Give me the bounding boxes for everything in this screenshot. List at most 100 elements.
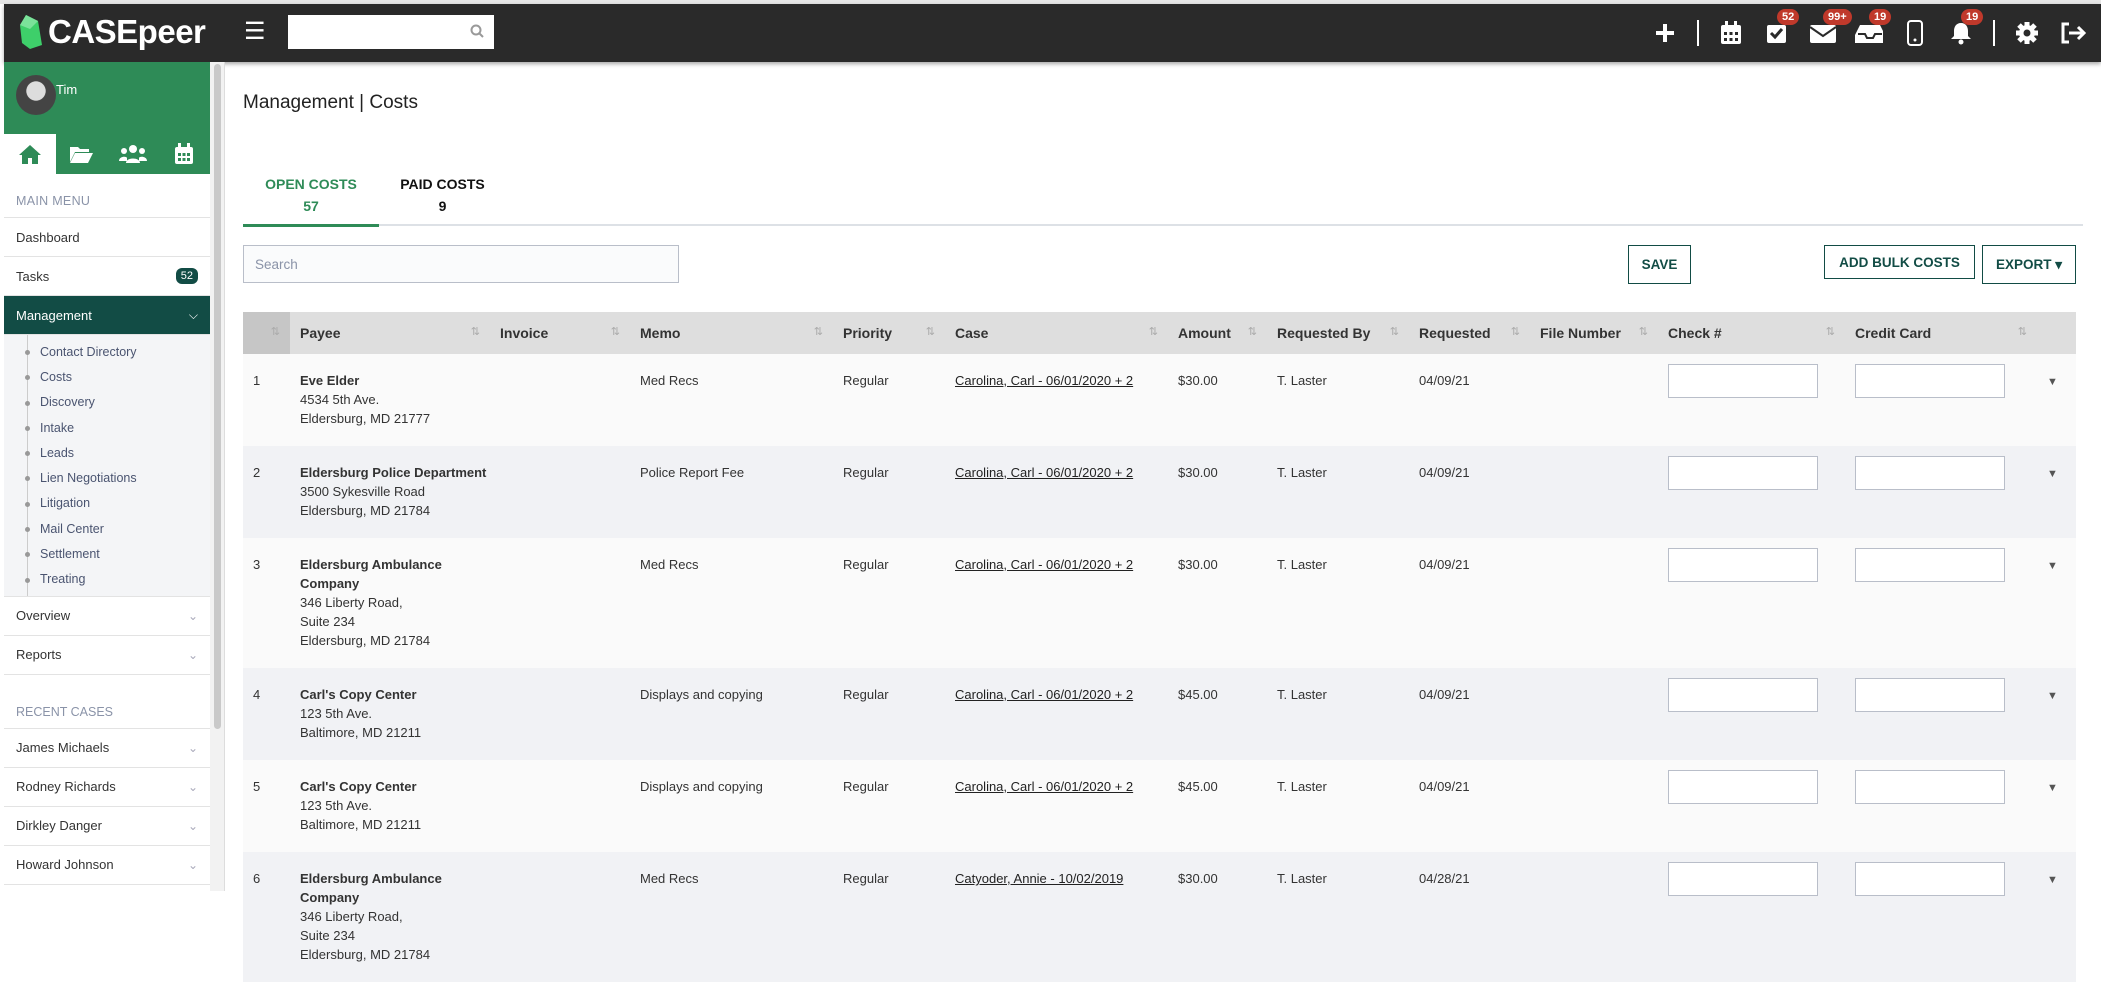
row-actions-caret-icon[interactable]: ▼ <box>2047 468 2058 480</box>
check-number-input[interactable] <box>1668 547 1818 582</box>
case-link[interactable]: Carolina, Carl - 06/01/2020 + 2 <box>955 373 1133 388</box>
column-header[interactable]: Priority ⇅ <box>833 312 945 354</box>
column-header[interactable]: ⇅ <box>243 312 290 354</box>
mail-icon[interactable]: 99+ <box>1809 9 1852 47</box>
add-icon[interactable] <box>1651 19 1679 47</box>
column-header[interactable] <box>2037 312 2076 354</box>
credit-card-input[interactable] <box>1855 547 2005 582</box>
folder-icon[interactable] <box>56 134 108 174</box>
credit-card-input[interactable] <box>1855 677 2005 712</box>
calendar-icon[interactable] <box>159 134 211 174</box>
table-row: 4 Carl's Copy Center 123 5th Ave. Baltimore… <box>243 668 2076 760</box>
submenu-item-settlement[interactable]: Settlement <box>4 541 210 566</box>
sort-icon[interactable]: ⇅ <box>1248 325 1257 338</box>
column-header[interactable]: Credit Card ⇅ <box>1845 312 2037 354</box>
case-link[interactable]: Carolina, Carl - 06/01/2020 + 2 <box>955 465 1133 480</box>
column-header[interactable]: Case ⇅ <box>945 312 1168 354</box>
recent-case-item[interactable]: Howard Johnson ⌄ <box>4 846 210 885</box>
bell-icon[interactable]: 19 <box>1947 9 1984 47</box>
inbox-icon[interactable]: 19 <box>1855 9 1892 47</box>
tab-paid-costs[interactable]: PAID COSTS 9 <box>400 176 485 226</box>
column-header[interactable]: Invoice ⇅ <box>490 312 630 354</box>
sort-icon[interactable]: ⇅ <box>1826 325 1835 338</box>
credit-card-input[interactable] <box>1855 861 2005 896</box>
menu-toggle-icon[interactable]: ☰ <box>244 20 266 44</box>
table-cell: Eldersburg Police Department 3500 Sykesvi… <box>290 446 490 538</box>
check-number-input[interactable] <box>1668 363 1818 398</box>
column-header[interactable]: File Number ⇅ <box>1530 312 1658 354</box>
mobile-icon[interactable] <box>1901 19 1929 47</box>
search-icon[interactable] <box>470 24 484 38</box>
logout-icon[interactable] <box>2059 19 2087 47</box>
sort-icon[interactable]: ⇅ <box>611 325 620 338</box>
tasks-icon[interactable]: 52 <box>1763 9 1800 47</box>
sort-icon[interactable]: ⇅ <box>471 325 480 338</box>
row-actions-caret-icon[interactable]: ▼ <box>2047 874 2058 886</box>
save-button[interactable]: SAVE <box>1628 245 1691 284</box>
calendar-icon[interactable] <box>1717 19 1745 47</box>
row-actions-caret-icon[interactable]: ▼ <box>2047 376 2058 388</box>
submenu-item-contact-directory[interactable]: Contact Directory <box>4 339 210 364</box>
table-cell: Regular <box>833 668 945 760</box>
column-header[interactable]: Amount ⇅ <box>1168 312 1267 354</box>
scrollbar-thumb[interactable] <box>214 64 221 729</box>
sort-icon[interactable]: ⇅ <box>2018 325 2027 338</box>
recent-case-item[interactable]: Rodney Richards ⌄ <box>4 768 210 807</box>
global-search[interactable] <box>288 15 494 49</box>
sort-icon[interactable]: ⇅ <box>1149 325 1158 338</box>
case-link[interactable]: Carolina, Carl - 06/01/2020 + 2 <box>955 687 1133 702</box>
search-input[interactable] <box>243 245 679 283</box>
row-actions-caret-icon[interactable]: ▼ <box>2047 690 2058 702</box>
logo[interactable]: CASEpeer <box>20 13 206 51</box>
row-actions-caret-icon[interactable]: ▼ <box>2047 782 2058 794</box>
tab-open-costs[interactable]: OPEN COSTS 57 <box>243 176 379 227</box>
home-icon[interactable] <box>4 134 56 174</box>
check-number-input[interactable] <box>1668 861 1818 896</box>
sort-icon[interactable]: ⇅ <box>1639 325 1648 338</box>
sort-icon[interactable]: ⇅ <box>271 325 280 338</box>
recent-case-item[interactable]: James Michaels ⌄ <box>4 729 210 768</box>
submenu-item-intake[interactable]: Intake <box>4 415 210 440</box>
contacts-icon[interactable] <box>107 134 159 174</box>
row-actions-caret-icon[interactable]: ▼ <box>2047 560 2058 572</box>
check-number-input[interactable] <box>1668 677 1818 712</box>
submenu-item-leads[interactable]: Leads <box>4 440 210 465</box>
check-number-input[interactable] <box>1668 455 1818 490</box>
sort-icon[interactable]: ⇅ <box>1390 325 1399 338</box>
column-header[interactable]: Payee ⇅ <box>290 312 490 354</box>
user-name[interactable]: Tim <box>56 82 77 97</box>
column-header[interactable]: Memo ⇅ <box>630 312 833 354</box>
sidebar-item-tasks[interactable]: Tasks 52 <box>4 257 210 296</box>
column-header[interactable]: Check # ⇅ <box>1658 312 1845 354</box>
credit-card-input[interactable] <box>1855 455 2005 490</box>
submenu-item-discovery[interactable]: Discovery <box>4 390 210 415</box>
sidebar-item-management[interactable]: Management ⌵ <box>4 296 210 335</box>
credit-card-input[interactable] <box>1855 363 2005 398</box>
column-header[interactable]: Requested By ⇅ <box>1267 312 1409 354</box>
export-button[interactable]: EXPORT ▾ <box>1982 245 2076 284</box>
recent-case-item[interactable]: Dirkley Danger ⌄ <box>4 807 210 846</box>
check-number-input[interactable] <box>1668 769 1818 804</box>
sidebar-item-overview[interactable]: Overview ⌄ <box>4 597 210 636</box>
sidebar-scrollbar[interactable] <box>210 62 225 891</box>
add-bulk-costs-button[interactable]: ADD BULK COSTS <box>1824 245 1975 279</box>
case-link[interactable]: Carolina, Carl - 06/01/2020 + 2 <box>955 557 1133 572</box>
gear-icon[interactable] <box>2013 19 2041 47</box>
case-link[interactable]: Catyoder, Annie - 10/02/2019 <box>955 871 1123 886</box>
sort-icon[interactable]: ⇅ <box>926 325 935 338</box>
submenu-item-lien-negotiations[interactable]: Lien Negotiations <box>4 465 210 490</box>
case-link[interactable]: Carolina, Carl - 06/01/2020 + 2 <box>955 779 1133 794</box>
table-row: 3 Eldersburg Ambulance Company 346 Liberty… <box>243 538 2076 668</box>
sort-icon[interactable]: ⇅ <box>1511 325 1520 338</box>
submenu-item-costs[interactable]: Costs <box>4 364 210 389</box>
column-header[interactable]: Requested ⇅ <box>1409 312 1530 354</box>
avatar[interactable] <box>16 75 56 115</box>
sort-icon[interactable]: ⇅ <box>814 325 823 338</box>
sidebar-item-reports[interactable]: Reports ⌄ <box>4 636 210 675</box>
credit-card-input[interactable] <box>1855 769 2005 804</box>
submenu-item-treating[interactable]: Treating <box>4 567 210 592</box>
global-search-input[interactable] <box>288 15 494 49</box>
submenu-item-litigation[interactable]: Litigation <box>4 491 210 516</box>
submenu-item-mail-center[interactable]: Mail Center <box>4 516 210 541</box>
sidebar-item-dashboard[interactable]: Dashboard <box>4 218 210 257</box>
